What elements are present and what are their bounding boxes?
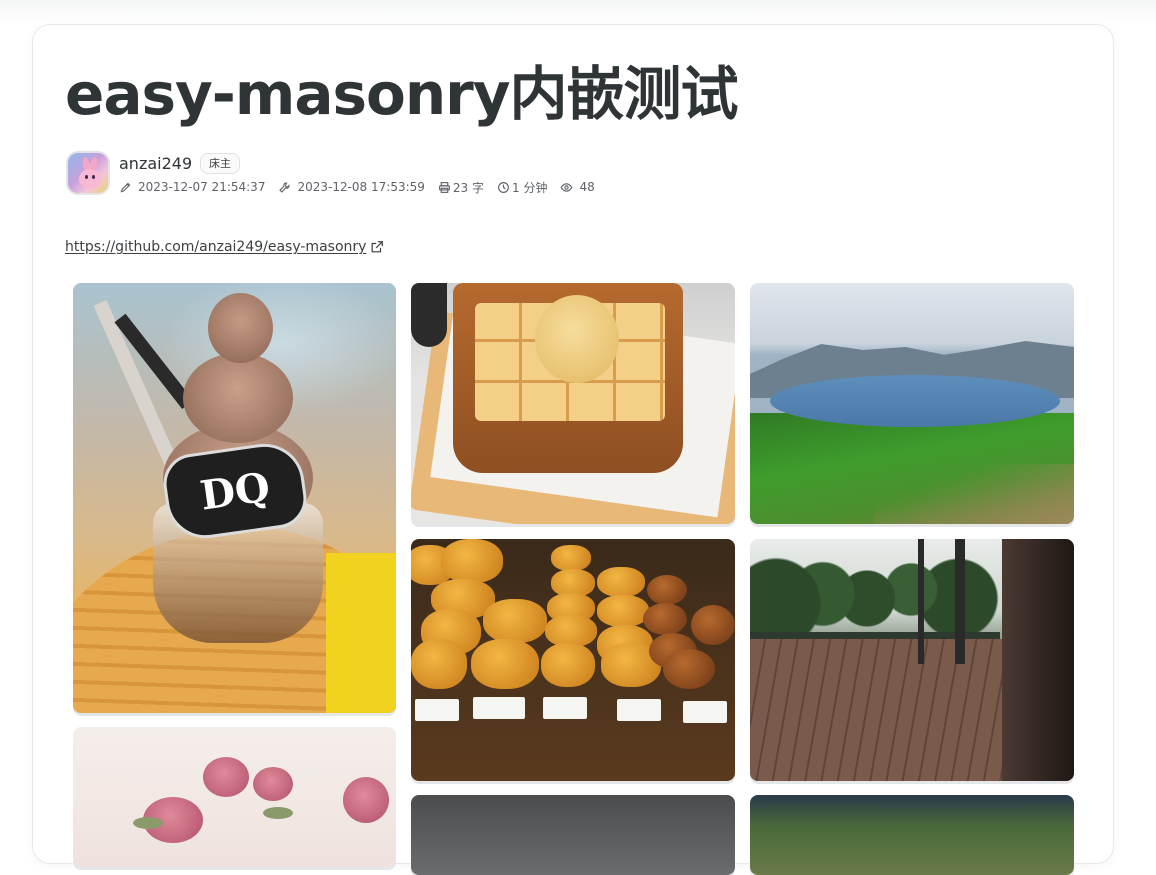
avatar[interactable] bbox=[66, 151, 110, 195]
post-meta: 2023-12-07 21:54:37 2023-12-08 17:53:59 … bbox=[119, 179, 608, 195]
created-date: 2023-12-07 21:54:37 bbox=[119, 180, 265, 194]
gallery-image-pastries[interactable] bbox=[411, 539, 735, 781]
page-top-shade bbox=[0, 0, 1156, 24]
gallery-image-roses[interactable] bbox=[73, 727, 396, 867]
gallery-image-mountains[interactable] bbox=[750, 795, 1074, 875]
external-link-icon[interactable] bbox=[370, 240, 384, 254]
post-card: easy-masonry内嵌测试 anzai249 床主 2023-12-07 … bbox=[32, 24, 1114, 875]
clock-icon bbox=[498, 181, 509, 193]
gallery-image-ice-cream[interactable]: DQ bbox=[73, 283, 396, 713]
eye-icon bbox=[561, 182, 573, 192]
page-title: easy-masonry内嵌测试 bbox=[65, 60, 739, 128]
printer-icon bbox=[438, 181, 450, 193]
gallery-image-dark[interactable] bbox=[411, 795, 735, 875]
gallery-image-honey-toast[interactable] bbox=[411, 283, 735, 524]
word-count: 23 字 bbox=[438, 179, 484, 196]
gallery-image-lake[interactable] bbox=[750, 283, 1074, 524]
pencil-icon bbox=[120, 182, 131, 192]
github-link-row: https://github.com/anzai249/easy-masonry bbox=[65, 237, 384, 257]
updated-date: 2023-12-08 17:53:59 bbox=[278, 180, 425, 194]
view-count: 48 bbox=[560, 180, 595, 194]
author-name[interactable]: anzai249 bbox=[119, 154, 192, 174]
gallery-image-deck[interactable] bbox=[750, 539, 1074, 781]
wrench-icon bbox=[279, 181, 290, 193]
read-time: 1 分钟 bbox=[497, 179, 547, 196]
author-badge: 床主 bbox=[200, 153, 240, 174]
github-link[interactable]: https://github.com/anzai249/easy-masonry bbox=[65, 237, 366, 257]
